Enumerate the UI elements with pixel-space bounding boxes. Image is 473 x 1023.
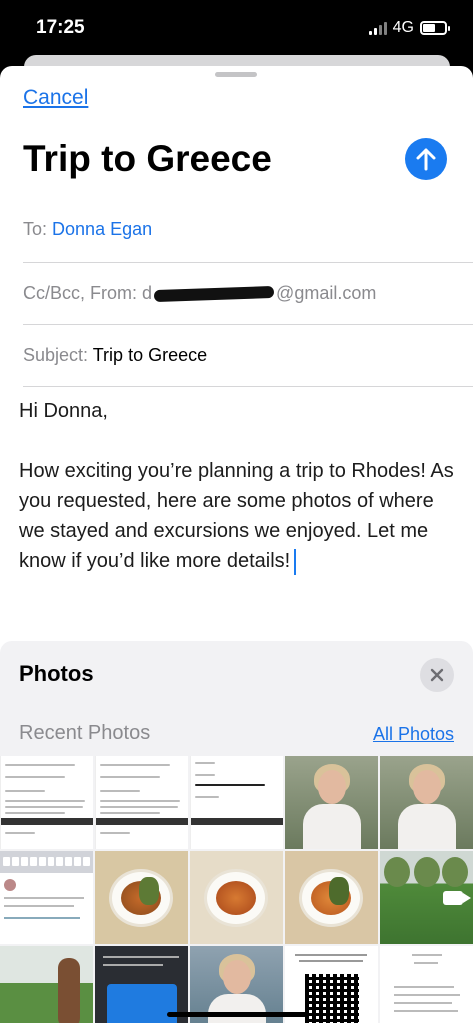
compose-sheet: Cancel Trip to Greece To: Donna Egan Cc/… <box>0 66 473 1023</box>
text-cursor <box>294 548 297 575</box>
recent-photos-label: Recent Photos <box>19 722 151 744</box>
photo-thumbnail[interactable] <box>0 946 93 1023</box>
photo-thumbnail[interactable] <box>285 756 378 849</box>
subject-field[interactable]: Subject: Trip to Greece <box>23 345 473 366</box>
divider <box>23 262 473 263</box>
cc-bcc-from-label: Cc/Bcc, From: <box>23 283 138 303</box>
photo-thumbnail[interactable] <box>0 851 93 944</box>
message-body[interactable]: Hi Donna, How exciting you’re planning a… <box>19 396 459 576</box>
photo-thumbnail[interactable] <box>285 851 378 944</box>
video-camera-icon <box>443 891 471 905</box>
recipient-token[interactable]: Donna Egan <box>52 219 152 239</box>
photo-thumbnail[interactable] <box>380 851 473 944</box>
network-label: 4G <box>392 19 414 36</box>
all-photos-link[interactable]: All Photos <box>373 724 454 745</box>
photos-panel: Photos Recent Photos All Photos <box>0 641 473 1023</box>
to-field[interactable]: To: Donna Egan <box>23 219 473 240</box>
divider <box>23 386 473 387</box>
photo-thumbnail[interactable] <box>95 851 188 944</box>
arrow-up-icon <box>416 148 436 171</box>
photo-thumbnail[interactable] <box>380 946 473 1023</box>
greeting-text: Hi Donna, <box>19 400 108 422</box>
photo-thumbnail[interactable] <box>0 756 93 849</box>
cancel-button[interactable]: Cancel <box>23 86 88 110</box>
status-indicators: 4G <box>368 19 450 37</box>
from-prefix: d <box>142 283 153 303</box>
home-indicator[interactable] <box>167 1012 307 1017</box>
cc-bcc-from-field[interactable]: Cc/Bcc, From: d @gmail.com <box>23 283 473 304</box>
subject-label: Subject: <box>23 345 89 365</box>
photo-thumbnail[interactable] <box>380 756 473 849</box>
sheet-grabber[interactable] <box>215 72 257 77</box>
photos-title: Photos <box>19 661 94 686</box>
photo-grid <box>0 756 473 1023</box>
battery-icon <box>420 21 450 35</box>
photo-thumbnail[interactable] <box>190 851 283 944</box>
body-text: How exciting you’re planning a trip to R… <box>19 460 454 572</box>
status-time: 17:25 <box>36 17 85 38</box>
close-icon <box>430 668 444 682</box>
subject-input[interactable]: Trip to Greece <box>93 345 207 365</box>
from-domain: @gmail.com <box>276 283 377 303</box>
photo-thumbnail[interactable] <box>95 756 188 849</box>
close-button[interactable] <box>420 658 454 692</box>
send-button[interactable] <box>405 138 447 180</box>
to-label: To: <box>23 219 48 239</box>
compose-title: Trip to Greece <box>23 138 272 179</box>
status-bar: 17:25 4G <box>0 0 473 60</box>
signal-icon <box>368 21 387 35</box>
photo-thumbnail[interactable] <box>190 756 283 849</box>
divider <box>23 324 473 325</box>
redaction-mark <box>153 286 275 303</box>
